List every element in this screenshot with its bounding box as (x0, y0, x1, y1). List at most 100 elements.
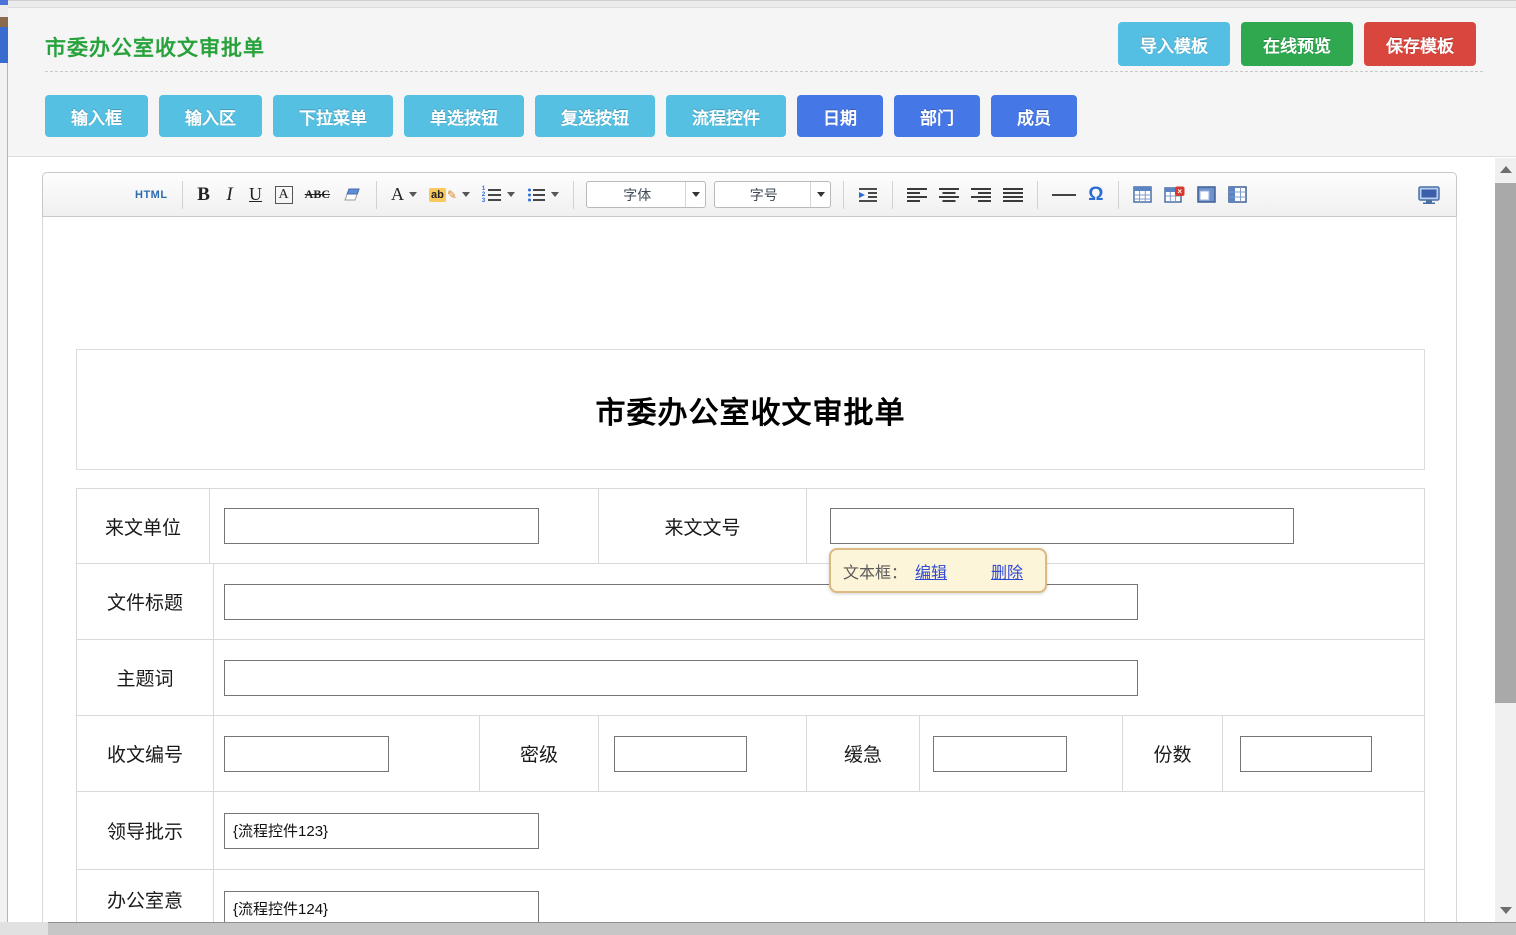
label-leader-instructions: 领导批示 (77, 792, 214, 869)
scroll-down-arrow-icon[interactable] (1500, 907, 1512, 914)
import-template-button[interactable]: 导入模板 (1118, 22, 1230, 66)
vertical-scrollbar[interactable] (1495, 158, 1516, 922)
align-right-icon (971, 187, 991, 202)
align-left-icon (907, 187, 927, 202)
incoming-doc-number-input[interactable] (830, 508, 1294, 544)
header-actions: 导入模板 在线预览 保存模板 (1118, 22, 1476, 66)
label-subject-words: 主题词 (77, 640, 214, 715)
delete-table-icon: × (1164, 186, 1185, 203)
widget-button-row: 输入框 输入区 下拉菜单 单选按钮 复选按钮 流程控件 日期 部门 成员 (45, 95, 1077, 137)
align-justify-button[interactable] (999, 180, 1027, 210)
background-window-sliver (0, 0, 8, 935)
bold-button[interactable]: B (193, 180, 215, 210)
label-office-opinion: 办公室意 (77, 870, 214, 922)
window-top-edge (8, 0, 1516, 8)
editor-workspace: HTML B I U A ABC A ab✎ 123 (8, 157, 1516, 922)
chevron-down-icon (810, 182, 830, 207)
form-table: 来文单位 来文文号 文件标题 主题词 收文编号 密级 (76, 488, 1425, 922)
align-center-button[interactable] (935, 180, 963, 210)
editor-toolbar: HTML B I U A ABC A ab✎ 123 (42, 172, 1457, 217)
eraser-icon (342, 187, 362, 203)
ordered-list-button[interactable]: 123 (478, 180, 519, 210)
label-secrecy-level: 密级 (480, 716, 599, 791)
delete-table-button[interactable]: × (1160, 180, 1189, 210)
widget-dropdown-button[interactable]: 下拉菜单 (273, 95, 393, 137)
horizontal-scrollbar[interactable] (0, 922, 1516, 935)
delete-widget-link[interactable]: 删除 (991, 559, 1023, 583)
bullet-list-icon (527, 187, 546, 203)
scroll-up-arrow-icon[interactable] (1500, 166, 1512, 173)
font-color-button[interactable]: A (387, 180, 421, 210)
secrecy-level-input[interactable] (614, 736, 747, 772)
table-row: 办公室意 (77, 870, 1424, 922)
pencil-icon: ✎ (447, 188, 457, 202)
widget-checkbox-button[interactable]: 复选按钮 (535, 95, 655, 137)
page-title: 市委办公室收文审批单 (45, 32, 265, 62)
align-center-icon (939, 187, 959, 202)
widget-date-button[interactable]: 日期 (797, 95, 883, 137)
vertical-scrollbar-thumb[interactable] (1495, 183, 1516, 703)
maximize-editor-button[interactable] (1414, 180, 1444, 210)
ordered-list-icon (487, 187, 502, 203)
label-urgency: 缓急 (807, 716, 920, 791)
tooltip-label: 文本框： (843, 559, 907, 583)
font-style-box-button[interactable]: A (271, 180, 297, 210)
dotted-separator (45, 71, 1483, 72)
leader-instructions-input[interactable] (224, 813, 539, 849)
save-template-button[interactable]: 保存模板 (1364, 22, 1476, 66)
online-preview-button[interactable]: 在线预览 (1241, 22, 1353, 66)
widget-input-box-button[interactable]: 输入框 (45, 95, 148, 137)
horizontal-scrollbar-thumb[interactable] (48, 922, 1516, 935)
chevron-down-icon (409, 192, 417, 197)
horizontal-rule-button[interactable] (1048, 180, 1080, 210)
eraser-button[interactable] (338, 180, 366, 210)
urgency-input[interactable] (933, 736, 1067, 772)
insert-table-button[interactable] (1129, 180, 1156, 210)
label-copies: 份数 (1123, 716, 1223, 791)
highlight-color-button[interactable]: ab✎ (425, 180, 474, 210)
cell-properties-button[interactable] (1224, 180, 1251, 210)
widget-textarea-button[interactable]: 输入区 (159, 95, 262, 137)
table-row: 来文单位 来文文号 (77, 489, 1424, 564)
table-properties-icon (1197, 186, 1216, 203)
insert-table-icon (1133, 186, 1152, 203)
label-receipt-number: 收文编号 (77, 716, 214, 791)
table-row: 文件标题 (77, 564, 1424, 640)
widget-department-button[interactable]: 部门 (894, 95, 980, 137)
bullet-list-button[interactable] (523, 180, 563, 210)
table-row: 领导批示 (77, 792, 1424, 870)
font-family-select[interactable]: 字体 (586, 181, 706, 208)
underline-button[interactable]: U (245, 180, 267, 210)
align-right-button[interactable] (967, 180, 995, 210)
office-opinion-input[interactable] (224, 891, 539, 923)
italic-button[interactable]: I (219, 180, 241, 210)
label-document-title: 文件标题 (77, 564, 214, 639)
align-left-button[interactable] (903, 180, 931, 210)
cell-properties-icon (1228, 186, 1247, 203)
edit-widget-link[interactable]: 编辑 (915, 559, 947, 583)
font-size-select[interactable]: 字号 (714, 181, 831, 208)
chevron-down-icon (551, 192, 559, 197)
indent-icon (858, 187, 878, 203)
label-incoming-unit: 来文单位 (77, 489, 210, 563)
table-row: 主题词 (77, 640, 1424, 716)
copies-input[interactable] (1240, 736, 1372, 772)
source-code-button[interactable]: HTML (131, 180, 172, 210)
document-title-block: 市委办公室收文审批单 (76, 349, 1425, 470)
receipt-number-input[interactable] (224, 736, 389, 772)
chevron-down-icon (462, 192, 470, 197)
align-justify-icon (1003, 187, 1023, 202)
incoming-unit-input[interactable] (224, 508, 539, 544)
svg-text:×: × (1177, 187, 1182, 196)
strikethrough-button[interactable]: ABC (301, 180, 334, 210)
table-properties-button[interactable] (1193, 180, 1220, 210)
widget-radio-button[interactable]: 单选按钮 (404, 95, 524, 137)
indent-button[interactable] (854, 180, 882, 210)
subject-words-input[interactable] (224, 660, 1138, 696)
widget-member-button[interactable]: 成员 (991, 95, 1077, 137)
chevron-down-icon (685, 182, 705, 207)
widget-flow-control-button[interactable]: 流程控件 (666, 95, 786, 137)
label-incoming-doc-number: 来文文号 (599, 489, 807, 563)
special-character-button[interactable]: Ω (1084, 180, 1107, 210)
editor-document[interactable]: 市委办公室收文审批单 来文单位 来文文号 文件标题 主题词 (42, 217, 1457, 922)
